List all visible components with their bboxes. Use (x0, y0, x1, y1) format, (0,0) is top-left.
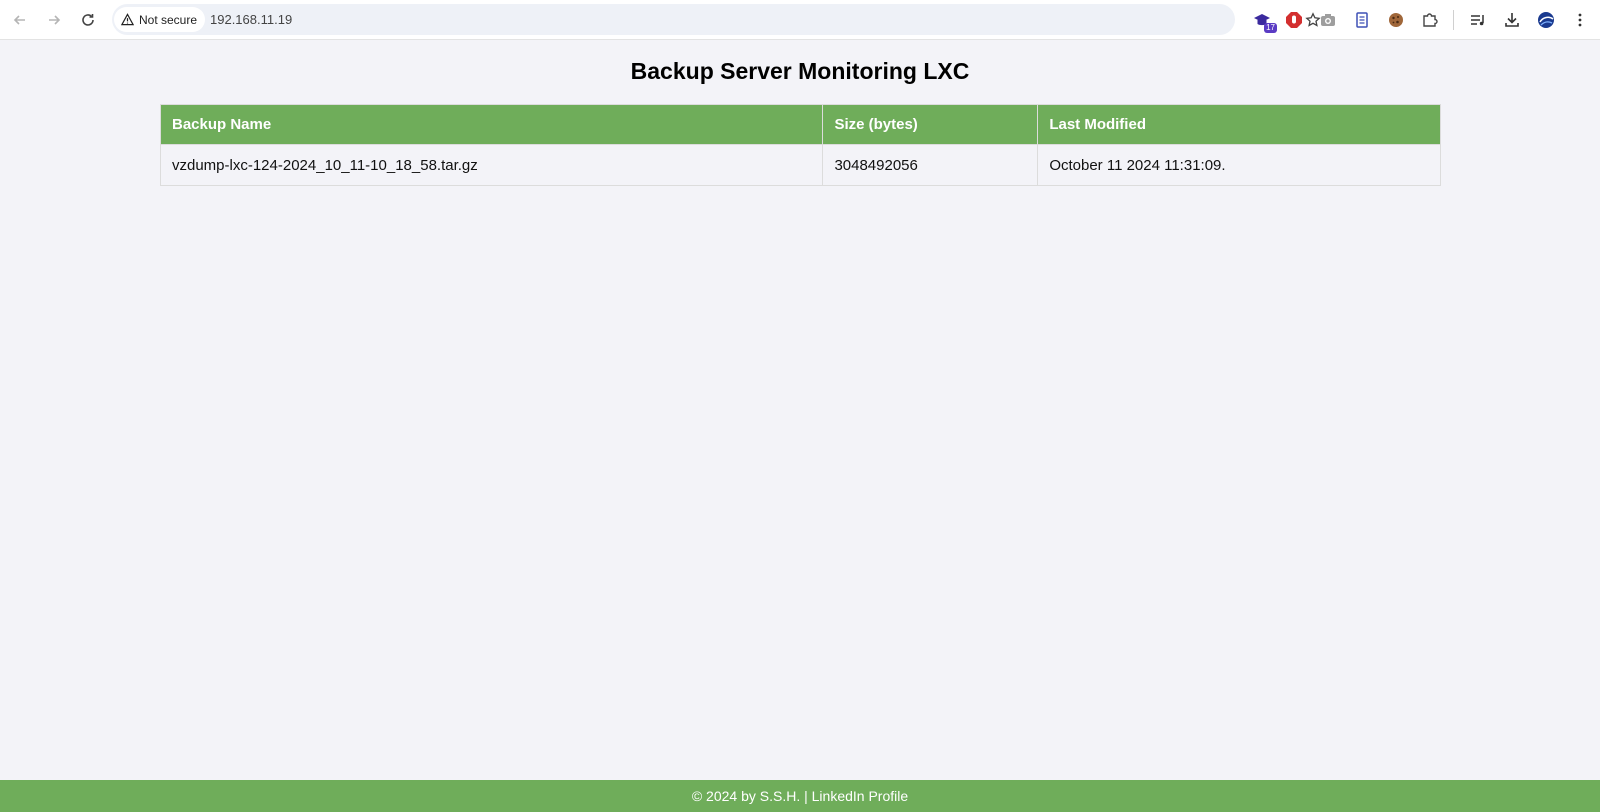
table-header-row: Backup Name Size (bytes) Last Modified (159, 104, 1441, 145)
extension-screenshot[interactable] (1314, 6, 1342, 34)
page-title: Backup Server Monitoring LXC (630, 58, 970, 84)
extension-badge: 17 (1264, 23, 1277, 33)
back-button[interactable] (6, 6, 34, 34)
more-vertical-icon (1578, 13, 1582, 27)
puzzle-icon (1423, 13, 1438, 27)
arrow-right-icon (49, 15, 61, 25)
reload-icon (82, 14, 94, 26)
profile-button[interactable] (1532, 6, 1560, 34)
extension-adblock[interactable] (1280, 6, 1308, 34)
url-text[interactable]: 192.168.11.19 (210, 12, 292, 27)
download-icon (1505, 13, 1519, 27)
browser-menu-button[interactable] (1566, 6, 1594, 34)
toolbar-divider (1453, 10, 1454, 30)
backup-table-container: Backup Name Size (bytes) Last Modified v… (159, 104, 1441, 186)
downloads-button[interactable] (1498, 6, 1526, 34)
stop-hand-icon (1286, 12, 1302, 28)
column-header-backup-name: Backup Name (159, 104, 824, 145)
address-bar[interactable]: Not secure 192.168.11.19 (112, 4, 1321, 35)
footer-copyright: © 2024 by S.S.H. | (691, 788, 812, 804)
forward-button[interactable] (40, 6, 68, 34)
camera-icon (1321, 14, 1335, 26)
table-row: vzdump-lxc-124-2024_10_11-10_18_58.tar.g… (159, 144, 1441, 186)
avatar-icon (1538, 12, 1554, 28)
warning-icon (121, 13, 134, 26)
security-indicator[interactable]: Not secure (114, 7, 206, 32)
cell-size: 3048492056 (822, 144, 1039, 186)
page-footer: © 2024 by S.S.H. | LinkedIn Profile (0, 780, 1600, 812)
column-header-size: Size (bytes) (822, 104, 1039, 145)
backup-table: Backup Name Size (bytes) Last Modified v… (159, 104, 1441, 186)
arrow-left-icon (13, 15, 25, 25)
cell-last-modified: October 11 2024 11:31:09. (1037, 144, 1441, 186)
media-control-button[interactable] (1464, 6, 1492, 34)
cookie-icon (1389, 13, 1403, 27)
playlist-icon (1471, 15, 1484, 26)
security-label: Not secure (139, 12, 198, 27)
column-header-last-modified: Last Modified (1037, 104, 1441, 145)
extension-mortarboard[interactable]: 17 (1248, 6, 1277, 34)
extension-cookie[interactable] (1382, 6, 1410, 34)
cell-backup-name: vzdump-lxc-124-2024_10_11-10_18_58.tar.g… (159, 144, 824, 186)
extension-reader[interactable] (1348, 6, 1376, 34)
document-icon (1356, 12, 1368, 28)
browser-toolbar: Not secure 192.168.11.19 17 (0, 0, 1600, 40)
reload-button[interactable] (74, 6, 102, 34)
extensions-button[interactable] (1416, 6, 1444, 34)
linkedin-profile-link[interactable]: LinkedIn Profile (812, 788, 909, 804)
